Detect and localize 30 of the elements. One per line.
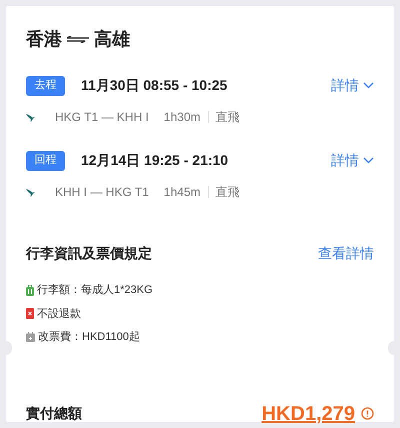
rule-text: 改票費：HKD1100起 [38, 330, 140, 345]
rule-text: 不設退款 [37, 306, 81, 322]
info-icon[interactable] [361, 407, 374, 420]
flight-type: 直飛 [216, 184, 240, 201]
details-link[interactable]: 詳情 [331, 75, 374, 96]
flight-type: 直飛 [216, 109, 240, 126]
chevron-down-icon [363, 157, 374, 164]
route-airports: HKG T1 — KHH I [55, 109, 149, 126]
destination-city: 高雄 [94, 28, 130, 51]
total-price[interactable]: HKD1,279 [262, 398, 355, 428]
rule-text: 行李額：每成人1*23KG [37, 282, 153, 298]
details-link[interactable]: 詳情 [331, 150, 374, 171]
flight-time: 11月30日 08:55 - 10:25 [81, 76, 228, 95]
flight-duration: 1h45m [164, 184, 200, 201]
trip-tag: 去程 [26, 76, 65, 96]
trip-tag: 回程 [26, 150, 65, 170]
luggage-icon [26, 284, 34, 296]
airline-logo-icon [26, 188, 35, 196]
origin-city: 香港 [26, 28, 62, 51]
round-trip-icon [67, 36, 89, 43]
flight-time: 12月14日 19:25 - 21:10 [81, 151, 228, 170]
no-refund-icon [26, 308, 34, 320]
calendar-icon [26, 332, 35, 342]
view-details-link[interactable]: 查看詳情 [318, 243, 374, 264]
flight-duration: 1h30m [164, 109, 200, 126]
route-airports: KHH I — HKG T1 [55, 184, 149, 201]
airline-logo-icon [26, 112, 35, 122]
section-title: 行李資訊及票價規定 [26, 244, 152, 263]
total-label: 實付總額 [26, 404, 82, 423]
chevron-down-icon [363, 82, 374, 89]
